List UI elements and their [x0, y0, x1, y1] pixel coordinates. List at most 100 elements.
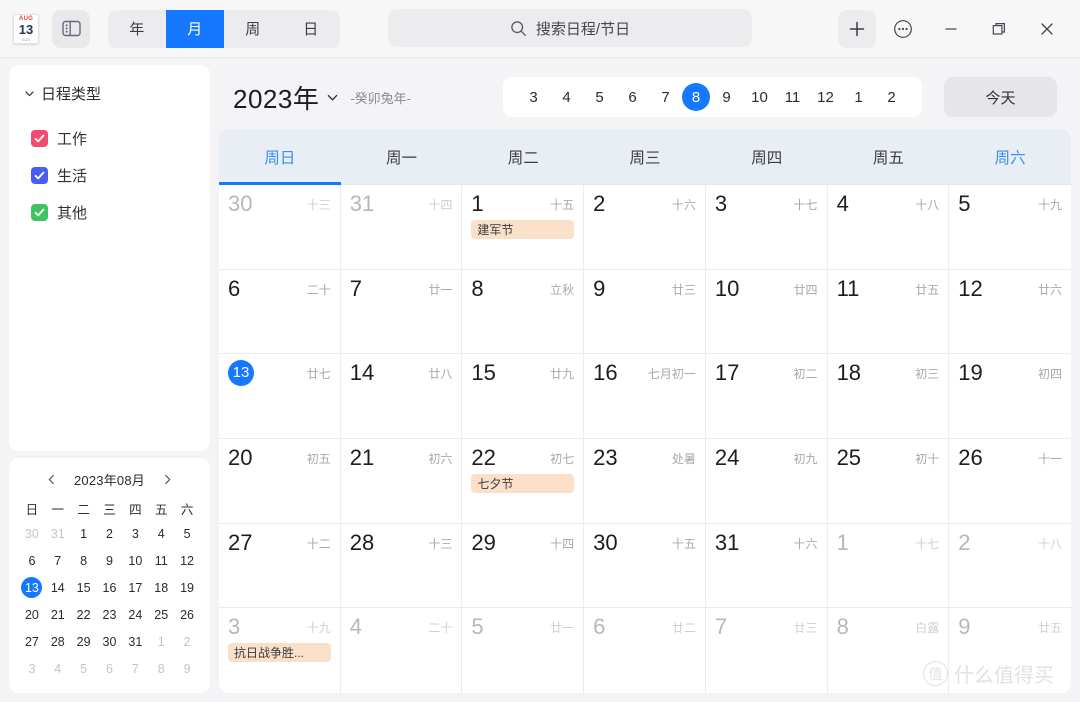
- view-tab-month[interactable]: 月: [166, 9, 224, 48]
- month-pill-1[interactable]: 1: [842, 83, 875, 111]
- day-cell[interactable]: 1 十五 建军节: [462, 185, 585, 270]
- minimize-button[interactable]: [930, 10, 972, 48]
- mini-calendar-day[interactable]: 4: [45, 656, 71, 681]
- month-pill-8[interactable]: 8: [682, 83, 710, 111]
- mini-calendar-day[interactable]: 3: [122, 521, 148, 546]
- mini-calendar-day[interactable]: 18: [148, 575, 174, 600]
- mini-calendar-prev-button[interactable]: [45, 473, 58, 486]
- checkbox-work-icon[interactable]: [31, 130, 48, 147]
- mini-calendar-day[interactable]: 12: [174, 548, 200, 573]
- day-cell[interactable]: 4 二十: [341, 608, 463, 693]
- day-cell[interactable]: 23 处暑: [584, 438, 706, 524]
- day-cell[interactable]: 5 十九: [949, 185, 1071, 270]
- month-pill-2[interactable]: 2: [875, 83, 908, 111]
- day-cell[interactable]: 5 廿一: [462, 608, 585, 693]
- month-pill-11[interactable]: 11: [776, 83, 809, 111]
- mini-calendar-day[interactable]: 30: [19, 521, 45, 546]
- day-cell[interactable]: 30 十五: [584, 523, 706, 609]
- weekday-header-周六[interactable]: 周六: [949, 129, 1071, 184]
- day-cell[interactable]: 15 廿九: [462, 354, 585, 439]
- mini-calendar-day[interactable]: 8: [148, 656, 174, 681]
- mini-calendar-day[interactable]: 8: [71, 548, 97, 573]
- month-pill-12[interactable]: 12: [809, 83, 842, 111]
- event-chip[interactable]: 七夕节: [471, 473, 575, 493]
- day-cell[interactable]: 7 廿一: [340, 269, 463, 355]
- mini-calendar-day[interactable]: 24: [122, 602, 148, 627]
- add-event-button[interactable]: [838, 9, 876, 48]
- mini-calendar-day[interactable]: 31: [45, 521, 71, 546]
- weekday-header-周四[interactable]: 周四: [706, 129, 828, 184]
- mini-calendar-day[interactable]: 22: [71, 602, 97, 627]
- weekday-header-周二[interactable]: 周二: [462, 129, 584, 184]
- weekday-header-周日[interactable]: 周日: [219, 129, 341, 185]
- weekday-header-周五[interactable]: 周五: [828, 129, 950, 184]
- day-cell[interactable]: 21 初六: [340, 438, 463, 524]
- day-cell[interactable]: 16 七月初一: [584, 354, 706, 439]
- mini-calendar-day[interactable]: 30: [97, 629, 123, 654]
- mini-calendar-day[interactable]: 2: [97, 521, 123, 546]
- day-cell[interactable]: 3 十七: [705, 185, 828, 270]
- view-tab-week[interactable]: 周: [224, 10, 282, 48]
- mini-calendar-day[interactable]: 25: [148, 602, 174, 627]
- mini-calendar-next-button[interactable]: [161, 473, 174, 486]
- day-cell[interactable]: 28 十三: [340, 523, 463, 609]
- checkbox-other-icon[interactable]: [31, 204, 48, 221]
- mini-calendar-day[interactable]: 7: [122, 656, 148, 681]
- day-cell[interactable]: 2 十八: [949, 524, 1071, 609]
- day-cell[interactable]: 2 十六: [584, 185, 706, 270]
- mini-calendar-day[interactable]: 9: [174, 656, 200, 681]
- mini-calendar-day[interactable]: 1: [148, 629, 174, 654]
- mini-calendar-day[interactable]: 14: [45, 575, 71, 600]
- day-cell[interactable]: 7 廿三: [706, 608, 828, 693]
- today-button[interactable]: 今天: [944, 77, 1057, 117]
- mini-calendar-day[interactable]: 6: [19, 548, 45, 573]
- mini-calendar-day[interactable]: 2: [174, 629, 200, 654]
- day-cell[interactable]: 12 廿六: [949, 270, 1071, 355]
- mini-calendar-day[interactable]: 23: [97, 602, 123, 627]
- mini-calendar-day[interactable]: 9: [97, 548, 123, 573]
- day-cell[interactable]: 6 二十: [219, 269, 341, 355]
- day-cell[interactable]: 30 十三: [219, 185, 341, 270]
- day-cell[interactable]: 22 初七 七夕节: [462, 438, 585, 524]
- day-cell[interactable]: 25 初十: [827, 438, 950, 524]
- day-cell[interactable]: 9 廿三: [584, 269, 706, 355]
- mini-calendar-day[interactable]: 4: [148, 521, 174, 546]
- day-cell[interactable]: 3 十九 抗日战争胜...: [219, 608, 341, 693]
- search-input[interactable]: 搜索日程/节日: [388, 9, 752, 47]
- month-pill-7[interactable]: 7: [649, 83, 682, 111]
- day-cell[interactable]: 20 初五: [219, 438, 341, 524]
- mini-calendar-day[interactable]: 5: [71, 656, 97, 681]
- mini-calendar-day[interactable]: 10: [122, 548, 148, 573]
- view-tab-year[interactable]: 年: [108, 10, 166, 48]
- day-cell[interactable]: 31 十六: [705, 523, 828, 609]
- mini-calendar-day[interactable]: 21: [45, 602, 71, 627]
- day-cell[interactable]: 27 十二: [219, 523, 341, 609]
- day-cell[interactable]: 17 初二: [705, 354, 828, 439]
- day-cell[interactable]: 31 十四: [340, 185, 463, 270]
- mini-calendar-day[interactable]: 28: [45, 629, 71, 654]
- month-pill-4[interactable]: 4: [550, 83, 583, 111]
- sidebar-toggle-button[interactable]: [52, 9, 90, 48]
- mini-calendar-day[interactable]: 7: [45, 548, 71, 573]
- mini-calendar-day[interactable]: 27: [19, 629, 45, 654]
- day-cell[interactable]: 19 初四: [949, 354, 1071, 439]
- day-cell[interactable]: 24 初九: [705, 438, 828, 524]
- day-cell[interactable]: 18 初三: [827, 354, 950, 439]
- day-cell[interactable]: 6 廿二: [584, 608, 706, 693]
- day-cell[interactable]: 13 廿七: [219, 354, 341, 439]
- day-cell[interactable]: 4 十八: [827, 185, 950, 270]
- mini-calendar-day[interactable]: 16: [97, 575, 123, 600]
- mini-calendar-day[interactable]: 3: [19, 656, 45, 681]
- mini-calendar-day[interactable]: 17: [122, 575, 148, 600]
- day-cell[interactable]: 8 白露: [828, 608, 950, 693]
- day-cell[interactable]: 26 十一: [949, 439, 1071, 524]
- day-cell[interactable]: 14 廿八: [340, 354, 463, 439]
- month-pill-9[interactable]: 9: [710, 83, 743, 111]
- month-pill-3[interactable]: 3: [517, 83, 550, 111]
- schedule-types-header[interactable]: 日程类型: [23, 83, 196, 104]
- sidebar-item-other[interactable]: 其他: [23, 194, 196, 231]
- weekday-header-周一[interactable]: 周一: [341, 129, 463, 184]
- event-chip[interactable]: 抗日战争胜...: [228, 643, 331, 663]
- month-pill-6[interactable]: 6: [616, 83, 649, 111]
- mini-calendar-day[interactable]: 11: [148, 548, 174, 573]
